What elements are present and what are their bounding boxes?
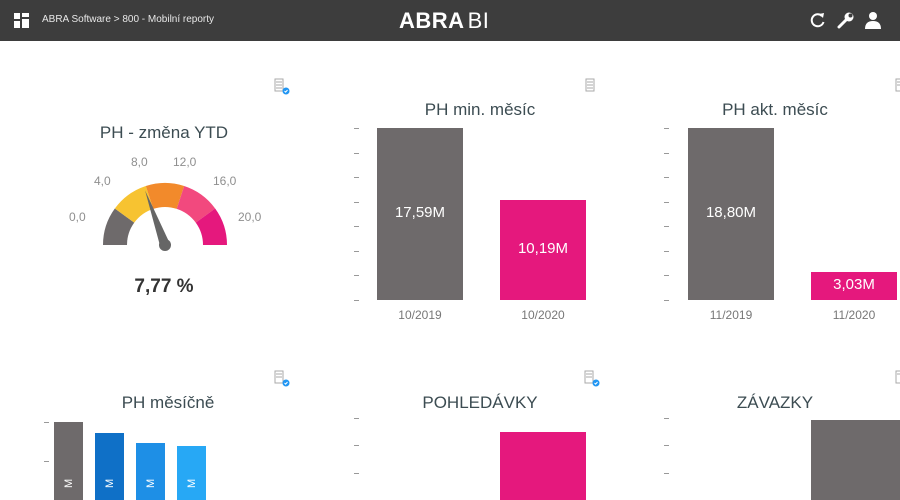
- breadcrumb[interactable]: ABRA Software > 800 - Mobilní reporty: [42, 14, 214, 25]
- bar-value-label: M: [144, 478, 157, 488]
- y-tick: [44, 461, 49, 462]
- y-tick: [354, 201, 359, 203]
- gauge-label: 0,0: [69, 210, 86, 224]
- gauge-label: 20,0: [238, 210, 262, 224]
- chart-bar[interactable]: M: [177, 446, 206, 500]
- top-bar: ABRA Software > 800 - Mobilní reporty AB…: [0, 0, 900, 41]
- brand-bold: ABRA: [399, 8, 465, 33]
- x-category-label: 11/2020: [832, 308, 876, 322]
- y-tick: [354, 472, 359, 474]
- y-axis-ticks: [354, 128, 360, 301]
- chart-bar[interactable]: 3,03M: [811, 272, 897, 300]
- gauge-label: 12,0: [173, 155, 197, 169]
- rss-check-icon[interactable]: [582, 369, 600, 387]
- user-icon[interactable]: [864, 11, 882, 29]
- y-tick: [354, 152, 359, 154]
- y-axis-ticks: [664, 128, 670, 301]
- y-tick: [664, 300, 669, 301]
- y-tick: [664, 152, 669, 154]
- rss-icon[interactable]: [892, 77, 900, 95]
- gauge-label: 16,0: [213, 174, 237, 188]
- chart-bar[interactable]: [500, 432, 586, 500]
- y-tick: [664, 275, 669, 277]
- chart-bar[interactable]: 10,19M: [500, 200, 586, 300]
- y-tick: [354, 445, 359, 447]
- y-tick: [664, 250, 669, 252]
- refresh-icon[interactable]: [809, 11, 827, 29]
- gauge-value: 7,77 %: [134, 276, 194, 297]
- chart-bar[interactable]: 18,80M: [688, 128, 774, 300]
- y-tick: [664, 201, 669, 203]
- x-category-label: 11/2019: [709, 308, 753, 322]
- y-axis-ticks: [44, 422, 50, 500]
- chart-bar[interactable]: M: [136, 443, 165, 500]
- tile-receivables[interactable]: POHLEDÁVKY: [330, 331, 640, 500]
- y-tick: [354, 177, 359, 179]
- bar-value-label: 17,59M: [394, 204, 446, 221]
- y-tick: [44, 422, 49, 423]
- rss-check-icon[interactable]: [272, 77, 290, 95]
- y-tick: [354, 226, 359, 228]
- bar-value-label: 18,80M: [705, 204, 757, 221]
- y-axis-ticks: [354, 418, 360, 500]
- tile-title: PH akt. měsíc: [722, 100, 828, 119]
- chart-bar[interactable]: 17,59M: [377, 128, 463, 300]
- dashboard-grid-icon[interactable]: [14, 13, 29, 28]
- y-tick: [664, 128, 669, 129]
- y-axis-ticks: [664, 418, 670, 500]
- y-tick: [664, 177, 669, 179]
- y-tick: [664, 445, 669, 447]
- x-category-label: 10/2019: [398, 308, 442, 322]
- rss-icon[interactable]: [892, 369, 900, 387]
- y-tick: [354, 275, 359, 277]
- app-logo: ABRA BI: [399, 8, 489, 34]
- brand-light: BI: [467, 8, 490, 33]
- tile-title: ZÁVAZKY: [736, 393, 814, 412]
- tile-title: PH měsíčně: [121, 393, 215, 412]
- gauge-label: 8,0: [131, 155, 148, 169]
- chart-bar[interactable]: [811, 420, 900, 500]
- rss-check-icon[interactable]: [272, 369, 290, 387]
- rss-icon[interactable]: [582, 77, 600, 95]
- wrench-icon[interactable]: [837, 11, 855, 29]
- bar-value-label: M: [62, 478, 75, 488]
- tile-title: PH min. měsíc: [424, 100, 536, 119]
- bar-value-label: 10,19M: [517, 240, 569, 257]
- tile-title: POHLEDÁVKY: [422, 393, 538, 412]
- chart-bar[interactable]: M: [54, 422, 83, 500]
- tile-title: PH - změna YTD: [99, 123, 229, 142]
- gauge-needle-hub: [159, 239, 171, 251]
- y-tick: [664, 226, 669, 228]
- y-tick: [664, 418, 669, 419]
- x-category-label: 10/2020: [521, 308, 565, 322]
- bar-value-label: 3,03M: [833, 276, 875, 293]
- bar-value-label: M: [103, 478, 116, 488]
- gauge-label: 4,0: [94, 174, 111, 188]
- y-tick: [354, 128, 359, 129]
- y-tick: [354, 250, 359, 252]
- y-tick: [354, 418, 359, 419]
- chart-bar[interactable]: M: [95, 433, 124, 500]
- y-tick: [354, 300, 359, 301]
- y-tick: [664, 472, 669, 474]
- bar-value-label: M: [185, 478, 198, 488]
